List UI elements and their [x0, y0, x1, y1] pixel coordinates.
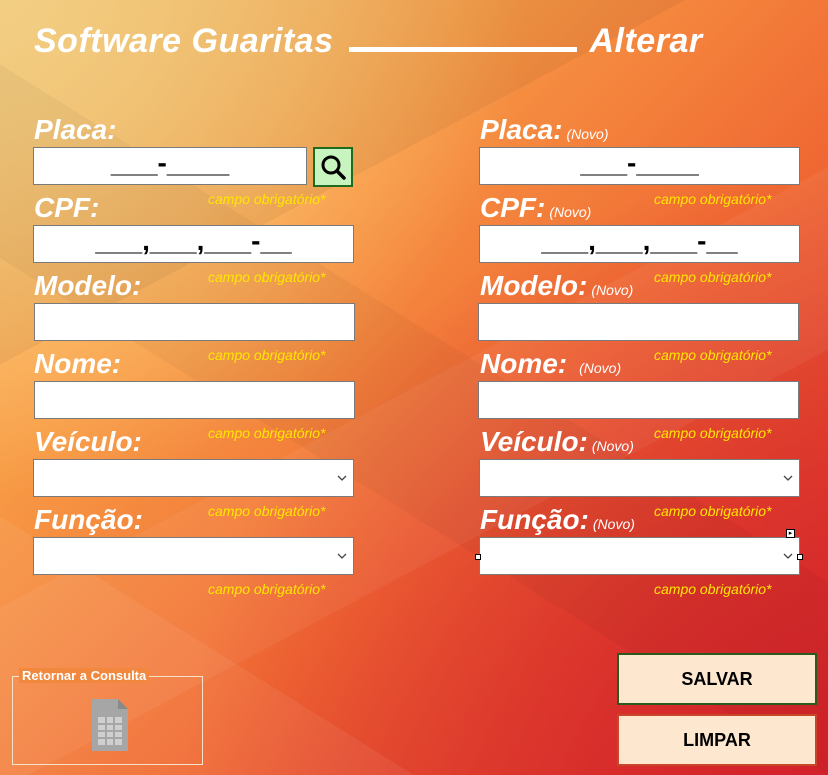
new-veiculo-label-text: Veículo: [480, 426, 588, 457]
new-placa-input[interactable]: ___-____ [479, 147, 800, 185]
novo-tag: (Novo) [549, 204, 592, 220]
new-veiculo-select[interactable] [479, 459, 800, 497]
new-veiculo-required: campo obrigatório* [654, 503, 772, 519]
chevron-down-icon [783, 475, 793, 481]
funcao-select[interactable] [33, 537, 354, 575]
new-cpf-label: CPF: (Novo) [480, 192, 591, 224]
spreadsheet-icon[interactable] [90, 697, 130, 753]
funcao-required: campo obrigatório* [208, 581, 326, 597]
modelo-label: Modelo: [34, 270, 142, 301]
novo-tag: (Novo) [579, 360, 622, 376]
new-cpf-input[interactable]: ___,___,___-__ [479, 225, 800, 263]
new-funcao-select[interactable] [479, 537, 800, 575]
new-modelo-label: Modelo: (Novo) [480, 270, 633, 302]
new-modelo-required: campo obrigatório* [654, 347, 772, 363]
placa-input[interactable]: ___-____ [33, 147, 307, 185]
nome-required: campo obrigatório* [208, 425, 326, 441]
return-query-legend: Retornar a Consulta [19, 668, 150, 683]
new-veiculo-label: Veículo: (Novo) [480, 426, 634, 458]
nome-input[interactable] [34, 381, 355, 419]
new-cpf-label-text: CPF: [480, 192, 546, 223]
search-button[interactable] [313, 147, 353, 187]
title-main: Software Guaritas [34, 22, 334, 60]
chevron-down-icon [783, 553, 793, 559]
novo-tag: (Novo) [591, 438, 634, 454]
new-cpf-required: campo obrigatório* [654, 269, 772, 285]
chevron-down-icon [337, 475, 347, 481]
veiculo-label: Veículo: [34, 426, 142, 457]
cpf-required: campo obrigatório* [208, 269, 326, 285]
title-separator [349, 46, 578, 52]
cpf-mask: ___,___,___-__ [95, 225, 292, 256]
funcao-label: Função: [34, 504, 143, 535]
modelo-required: campo obrigatório* [208, 347, 326, 363]
modelo-input[interactable] [34, 303, 355, 341]
cpf-input[interactable]: ___,___,___-__ [33, 225, 354, 263]
novo-tag: (Novo) [591, 282, 634, 298]
resize-handle-right[interactable] [797, 554, 803, 560]
new-nome-input[interactable] [478, 381, 799, 419]
novo-tag: (Novo) [566, 126, 609, 142]
veiculo-select[interactable] [33, 459, 354, 497]
new-placa-label: Placa: (Novo) [480, 114, 609, 146]
chevron-down-icon [337, 553, 347, 559]
page-title: Software Guaritas Alterar [34, 22, 703, 61]
placa-required: campo obrigatório* [208, 191, 326, 207]
new-funcao-label: Função: (Novo) [480, 504, 635, 536]
selection-tag-icon[interactable]: ▸ [786, 529, 795, 538]
new-cpf-mask: ___,___,___-__ [541, 225, 738, 256]
new-placa-required: campo obrigatório* [654, 191, 772, 207]
cpf-label: CPF: [34, 192, 100, 223]
return-query-frame[interactable]: Retornar a Consulta [12, 668, 203, 765]
nome-label: Nome: [34, 348, 122, 379]
search-icon [321, 155, 346, 180]
new-nome-label: Nome: (Novo) [480, 348, 621, 380]
placa-mask: ___-____ [110, 147, 230, 178]
clear-button[interactable]: LIMPAR [617, 714, 817, 766]
new-funcao-label-text: Função: [480, 504, 589, 535]
novo-tag: (Novo) [592, 516, 635, 532]
new-modelo-label-text: Modelo: [480, 270, 588, 301]
new-modelo-input[interactable] [478, 303, 799, 341]
new-nome-required: campo obrigatório* [654, 425, 772, 441]
new-placa-mask: ___-____ [580, 147, 699, 178]
new-funcao-required: campo obrigatório* [654, 581, 772, 597]
save-button[interactable]: SALVAR [617, 653, 817, 705]
veiculo-required: campo obrigatório* [208, 503, 326, 519]
new-placa-label-text: Placa: [480, 114, 563, 145]
title-mode: Alterar [589, 22, 703, 60]
placa-label: Placa: [34, 114, 117, 145]
new-nome-label-text: Nome: [480, 348, 568, 379]
resize-handle-left[interactable] [475, 554, 481, 560]
